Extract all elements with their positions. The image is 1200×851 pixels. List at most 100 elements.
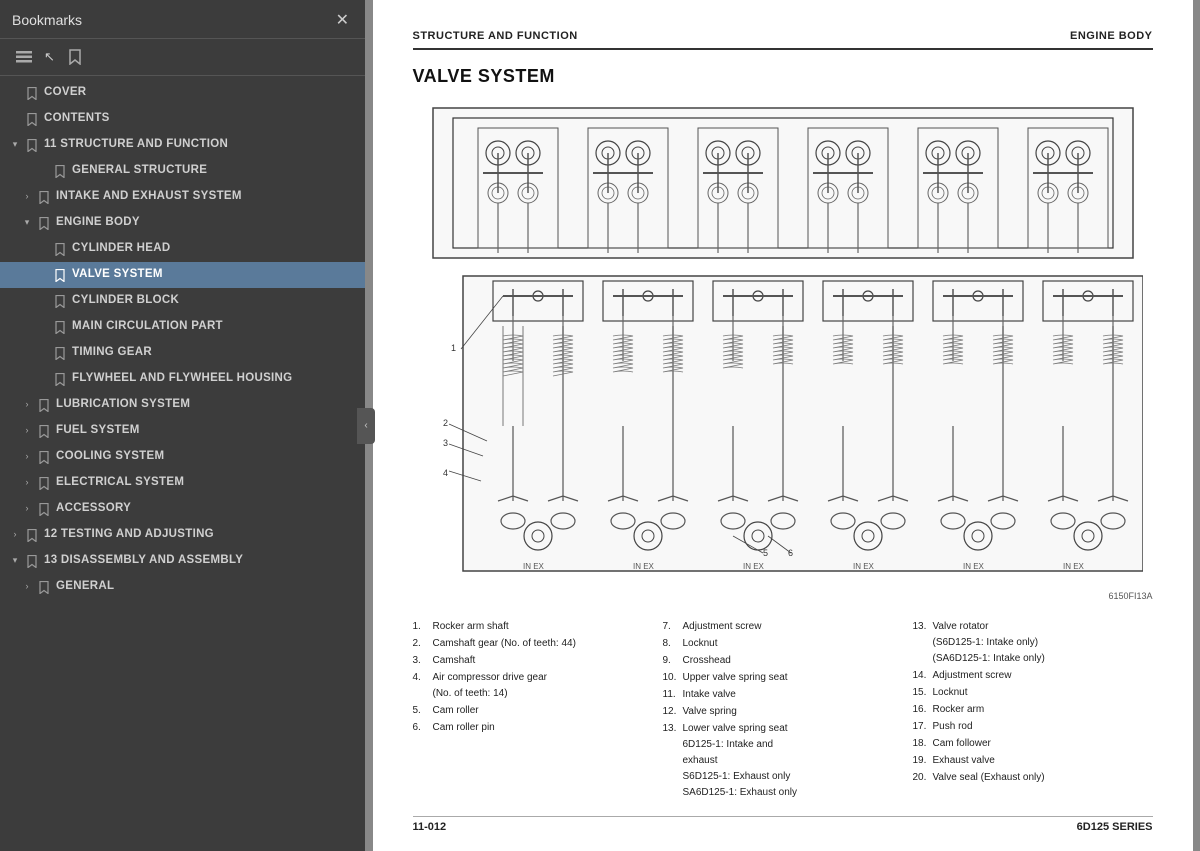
bookmark-icon [25,553,39,569]
doc-header-left: STRUCTURE AND FUNCTION [413,30,578,42]
tree-item-label: TIMING GEAR [72,345,357,360]
doc-footer-row: 11-012 6D125 SERIES [413,816,1153,833]
legend-item: 8.Locknut [663,636,903,652]
tree-item-cyl-head[interactable]: CYLINDER HEAD [0,236,365,262]
bookmark-icon [37,189,51,205]
tree-item-lubrication[interactable]: ›LUBRICATION SYSTEM [0,392,365,418]
legend-item: 14.Adjustment screw [913,668,1153,684]
tree-item-cooling[interactable]: ›COOLING SYSTEM [0,444,365,470]
bookmark-icon [37,579,51,595]
toggle-icon[interactable]: › [20,580,34,594]
tree-item-label: ELECTRICAL SYSTEM [56,475,357,490]
legend-num: 13. [663,721,679,737]
tree-item-label: FLYWHEEL AND FLYWHEEL HOUSING [72,371,357,386]
toggle-icon[interactable] [36,372,50,386]
legend-item: 16.Rocker arm [913,702,1153,718]
tree-item-contents[interactable]: CONTENTS [0,106,365,132]
tree-item-intake-exhaust[interactable]: ›INTAKE AND EXHAUST SYSTEM [0,184,365,210]
toggle-icon[interactable] [8,112,22,126]
legend-text: Valve rotator (S6D125-1: Intake only) (S… [933,619,1153,667]
tree-item-disassembly[interactable]: ▾ 13 DISASSEMBLY AND ASSEMBLY [0,548,365,574]
toggle-icon[interactable] [8,86,22,100]
legend-num: 11. [663,687,679,703]
tree-item-label: 13 DISASSEMBLY AND ASSEMBLY [44,553,357,568]
legend-item: 4.Air compressor drive gear (No. of teet… [413,670,653,702]
toggle-icon[interactable]: ▾ [20,216,34,230]
legend-text: Lower valve spring seat 6D125-1: Intake … [683,721,903,801]
tree-item-label: GENERAL STRUCTURE [72,163,357,178]
svg-text:5: 5 [763,548,768,558]
toggle-icon[interactable] [36,242,50,256]
svg-text:2: 2 [443,418,448,428]
legend-num: 19. [913,753,929,769]
diagram-area: 1 2 3 4 5 6 IN EX IN EX IN EX IN EX IN E… [413,103,1153,802]
toggle-icon[interactable]: › [20,424,34,438]
tree-item-flywheel[interactable]: FLYWHEEL AND FLYWHEEL HOUSING [0,366,365,392]
tree-item-label: CYLINDER BLOCK [72,293,357,308]
legend-num: 14. [913,668,929,684]
toggle-icon[interactable]: › [20,398,34,412]
legend-text: Valve seal (Exhaust only) [933,770,1153,786]
toggle-icon[interactable] [36,268,50,282]
tree-item-struct-func[interactable]: ▾11 STRUCTURE AND FUNCTION [0,132,365,158]
legend-item: 1.Rocker arm shaft [413,619,653,635]
toggle-icon[interactable]: › [20,502,34,516]
tree-item-cyl-block[interactable]: CYLINDER BLOCK [0,288,365,314]
bookmark-icon [53,267,67,283]
tree-item-electrical[interactable]: › ELECTRICAL SYSTEM [0,470,365,496]
legend-num: 17. [913,719,929,735]
cursor-arrow: ↖ [44,49,55,65]
tree-item-fuel[interactable]: ›FUEL SYSTEM [0,418,365,444]
tree-item-accessory[interactable]: › ACCESSORY [0,496,365,522]
valve-main-diagram: 1 2 3 4 5 6 IN EX IN EX IN EX IN EX IN E… [423,271,1143,581]
tree-item-gen-struct[interactable]: GENERAL STRUCTURE [0,158,365,184]
toggle-icon[interactable] [36,164,50,178]
tree-item-main-circ[interactable]: MAIN CIRCULATION PART [0,314,365,340]
tree-item-engine-body[interactable]: ▾ENGINE BODY [0,210,365,236]
toggle-icon[interactable] [36,320,50,334]
legend-text: Camshaft [433,653,653,669]
toggle-icon[interactable]: ▾ [8,554,22,568]
tree-item-label: COVER [44,85,357,100]
page-number: 11-012 [413,821,447,833]
bookmark-icon [25,527,39,543]
tree-item-label: GENERAL [56,579,357,594]
bookmark-icon [53,371,67,387]
collapse-handle[interactable]: ‹ [357,408,375,444]
tree-item-testing[interactable]: ›12 TESTING AND ADJUSTING [0,522,365,548]
toggle-icon[interactable]: › [8,528,22,542]
bookmark-icon [53,241,67,257]
toggle-icon[interactable] [36,294,50,308]
svg-text:IN EX: IN EX [743,562,765,571]
tree-item-timing-gear[interactable]: TIMING GEAR [0,340,365,366]
bookmark-icon [25,111,39,127]
tree-item-label: ACCESSORY [56,501,357,516]
tree-item-cover[interactable]: COVER [0,80,365,106]
legend-text: Exhaust valve [933,753,1153,769]
right-panel: STRUCTURE AND FUNCTION ENGINE BODY VALVE… [365,0,1200,851]
toggle-icon[interactable]: › [20,476,34,490]
legend-text: Push rod [933,719,1153,735]
tree-item-label: CYLINDER HEAD [72,241,357,256]
add-bookmark-icon[interactable] [63,45,87,69]
expand-icon[interactable] [12,45,36,69]
svg-text:IN EX: IN EX [633,562,655,571]
toggle-icon[interactable]: ▾ [8,138,22,152]
doc-header-right: ENGINE BODY [1070,30,1153,42]
close-button[interactable]: ✕ [332,8,353,32]
legend-text: Cam follower [933,736,1153,752]
toggle-icon[interactable] [36,346,50,360]
legend-item: 6.Cam roller pin [413,720,653,736]
bookmarks-title: Bookmarks [12,12,82,28]
legend-text: Locknut [933,685,1153,701]
legend-num: 12. [663,704,679,720]
tree-item-valve-system[interactable]: VALVE SYSTEM [0,262,365,288]
toggle-icon[interactable]: › [20,450,34,464]
bookmark-icon [25,137,39,153]
tree-item-general[interactable]: › GENERAL [0,574,365,600]
legend-text: Rocker arm [933,702,1153,718]
bookmark-icon [37,215,51,231]
legend-text: Intake valve [683,687,903,703]
legend-num: 15. [913,685,929,701]
toggle-icon[interactable]: › [20,190,34,204]
